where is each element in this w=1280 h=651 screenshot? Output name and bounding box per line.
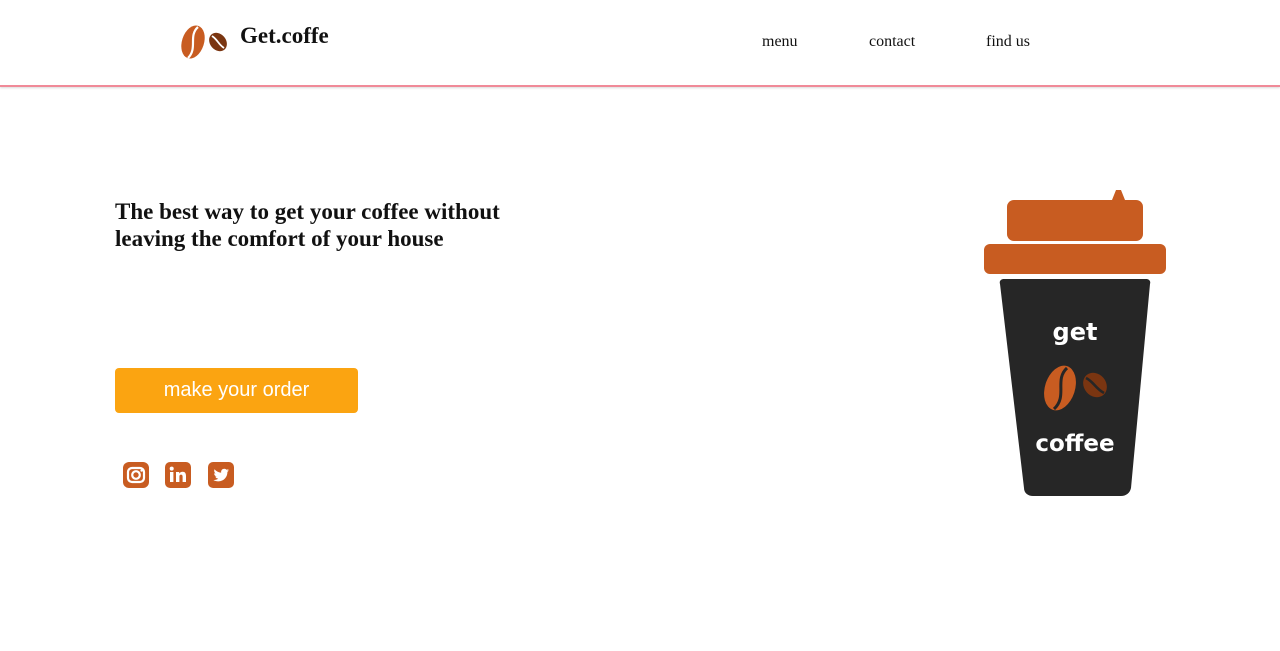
cup-lid-rim <box>984 244 1166 274</box>
instagram-icon[interactable] <box>123 462 149 488</box>
cup-lid-spout <box>1112 190 1125 200</box>
make-order-button[interactable]: make your order <box>115 368 358 413</box>
brand-name[interactable]: Get.coffe <box>240 23 329 49</box>
linkedin-icon[interactable] <box>165 462 191 488</box>
cup-lid-top <box>1007 200 1143 241</box>
nav-link-contact[interactable]: contact <box>869 33 915 51</box>
cup-text-coffee: coffee <box>1035 431 1114 457</box>
hero-title: The best way to get your coffee without … <box>115 199 500 251</box>
coffee-cup-illustration: get coffee <box>984 190 1166 496</box>
cup-text-get: get <box>1053 318 1098 346</box>
top-navbar: Get.coffe menu contact find us <box>0 0 1280 87</box>
nav-link-menu[interactable]: menu <box>762 33 798 51</box>
coffee-beans-icon <box>181 25 227 59</box>
nav-link-find-us[interactable]: find us <box>986 33 1030 51</box>
twitter-icon[interactable] <box>208 462 234 488</box>
